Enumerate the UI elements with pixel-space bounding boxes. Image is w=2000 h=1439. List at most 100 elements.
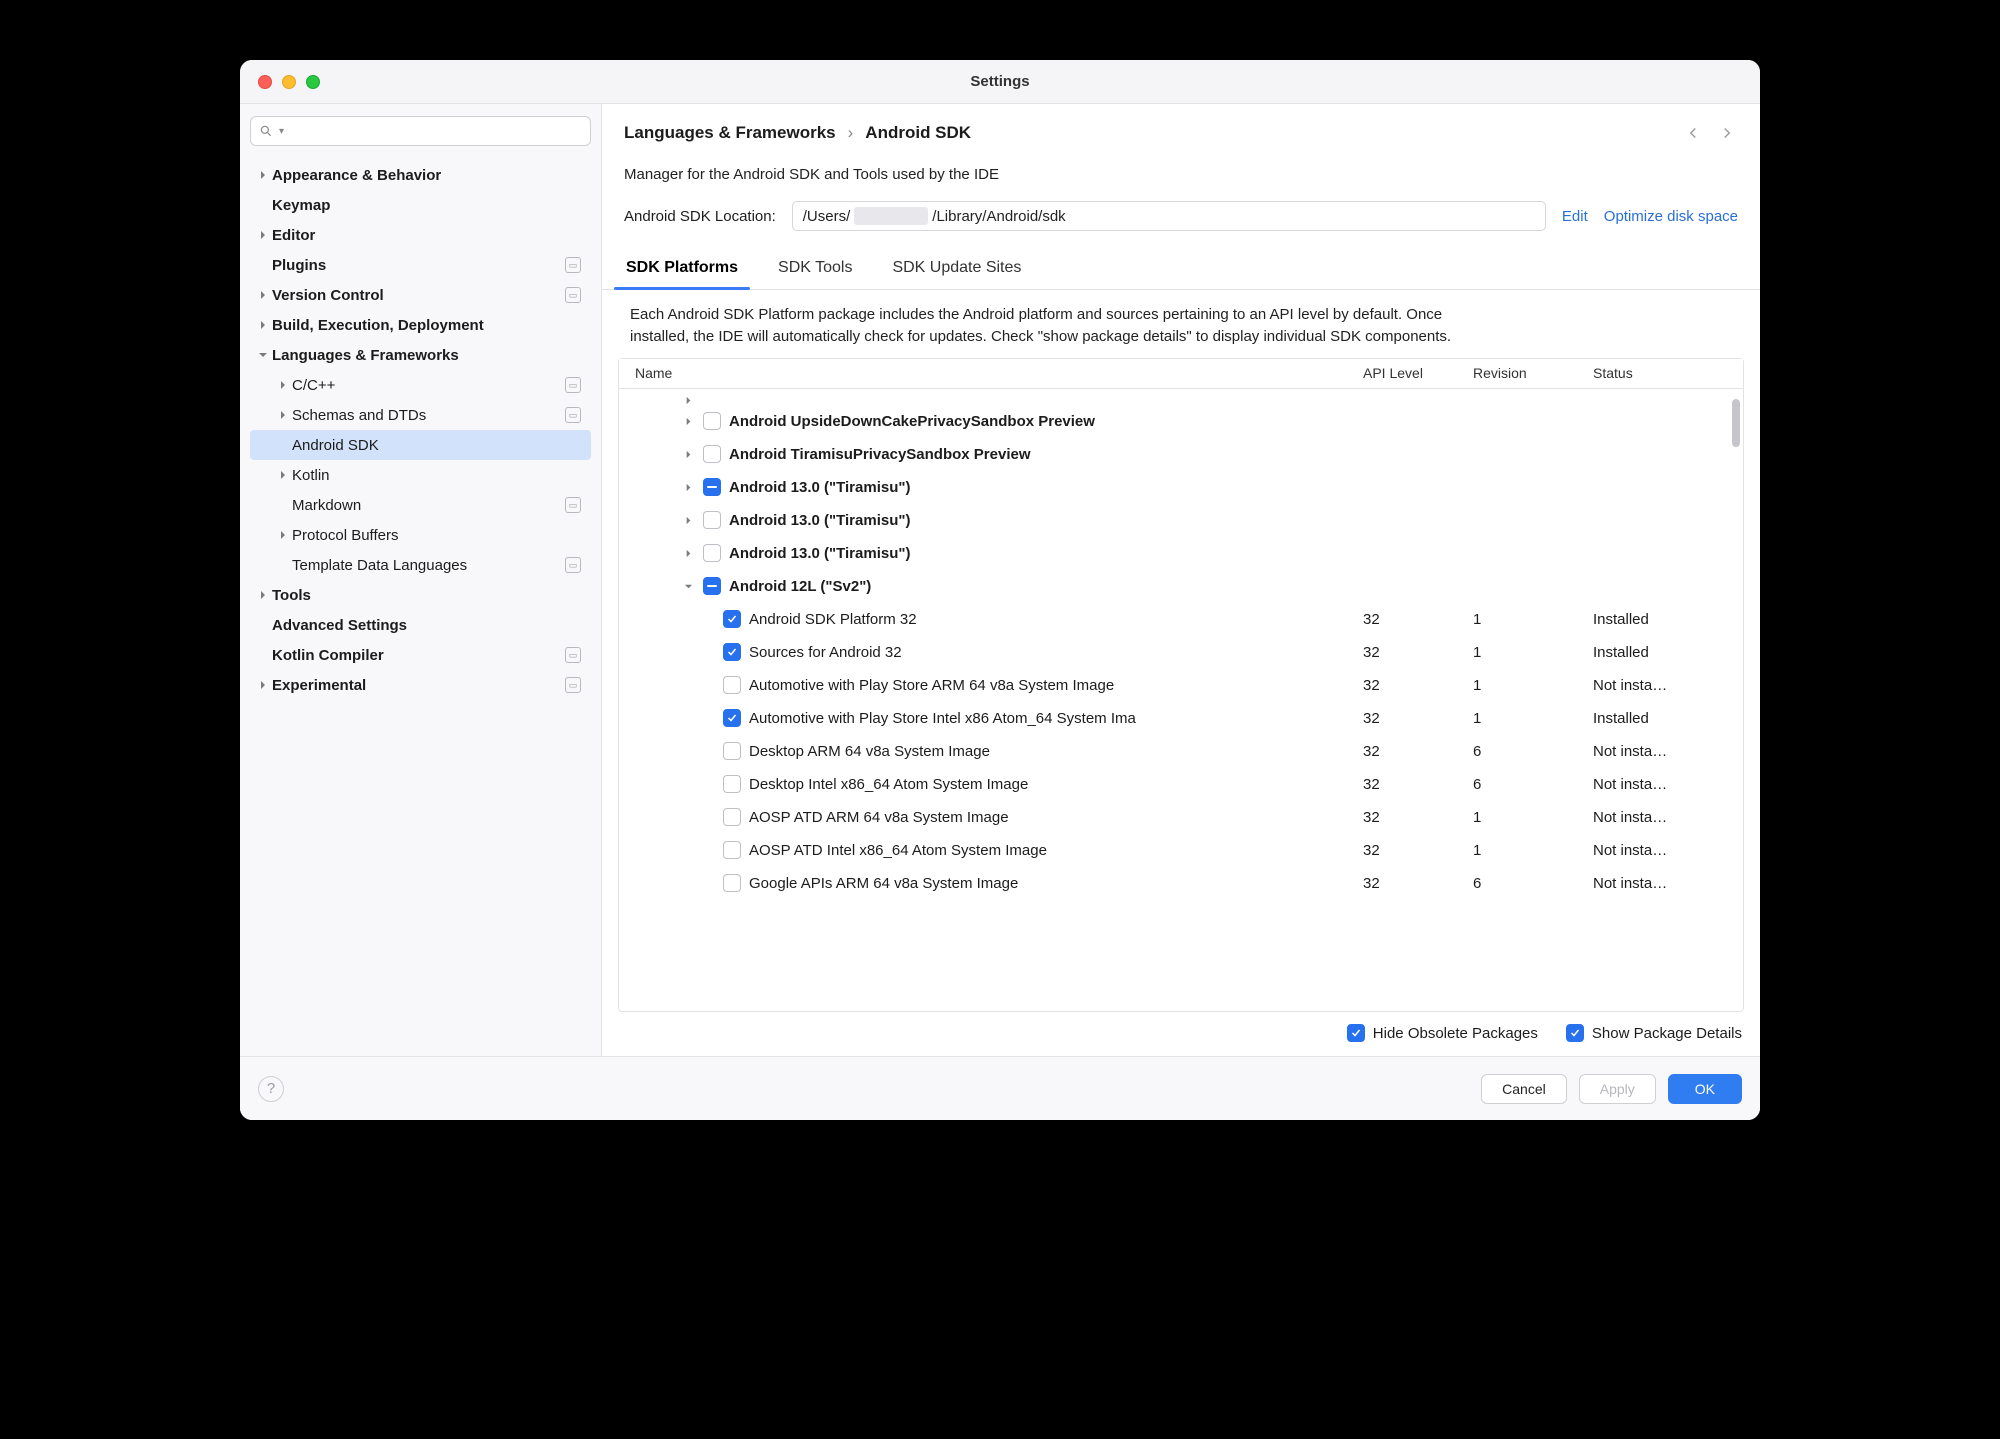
sidebar-item-build-execution-deployment[interactable]: Build, Execution, Deployment [250, 310, 591, 340]
checkbox[interactable] [703, 577, 721, 595]
sdk-location-field[interactable]: /Users/ /Library/Android/sdk [792, 201, 1546, 231]
checkbox[interactable] [723, 775, 741, 793]
chevron-right-icon [274, 530, 292, 540]
row-name: Android 13.0 ("Tiramisu") [729, 479, 910, 496]
row-api: 32 [1363, 611, 1473, 628]
sidebar-item-label: Kotlin Compiler [272, 647, 565, 664]
checkbox[interactable] [703, 511, 721, 529]
table-row[interactable]: Android 12L ("Sv2") [619, 570, 1743, 603]
col-status: Status [1593, 365, 1743, 381]
sidebar-item-plugins[interactable]: Plugins▭ [250, 250, 591, 280]
sidebar-item-keymap[interactable]: Keymap [250, 190, 591, 220]
table-body[interactable]: Android API 34Android UpsideDownCakePriv… [619, 389, 1743, 1012]
col-name: Name [619, 365, 1363, 381]
sidebar-item-schemas-and-dtds[interactable]: Schemas and DTDs▭ [250, 400, 591, 430]
ok-button[interactable]: OK [1668, 1074, 1742, 1104]
sidebar-item-languages-frameworks[interactable]: Languages & Frameworks [250, 340, 591, 370]
cancel-button[interactable]: Cancel [1481, 1074, 1567, 1104]
row-name: Desktop ARM 64 v8a System Image [749, 743, 990, 760]
chevron-right-icon [681, 396, 695, 405]
row-status: Installed [1593, 710, 1743, 727]
sidebar-item-kotlin-compiler[interactable]: Kotlin Compiler▭ [250, 640, 591, 670]
checkbox[interactable] [723, 643, 741, 661]
chevron-right-icon [681, 483, 695, 492]
nav-back-button[interactable] [1682, 122, 1704, 144]
show-package-details-checkbox[interactable]: Show Package Details [1566, 1024, 1742, 1042]
checkbox[interactable] [723, 874, 741, 892]
row-api: 32 [1363, 710, 1473, 727]
sidebar-item-label: Protocol Buffers [292, 527, 591, 544]
chevron-right-icon [254, 230, 272, 240]
apply-button[interactable]: Apply [1579, 1074, 1656, 1104]
checkbox[interactable] [723, 841, 741, 859]
sidebar-item-appearance-behavior[interactable]: Appearance & Behavior [250, 160, 591, 190]
table-row[interactable]: Desktop ARM 64 v8a System Image326Not in… [619, 735, 1743, 768]
zoom-icon[interactable] [306, 75, 320, 89]
sidebar-item-c-c-[interactable]: C/C++▭ [250, 370, 591, 400]
checkbox[interactable] [723, 610, 741, 628]
table-row[interactable]: AOSP ATD Intel x86_64 Atom System Image3… [619, 834, 1743, 867]
checkbox[interactable] [723, 742, 741, 760]
table-row[interactable]: Sources for Android 32321Installed [619, 636, 1743, 669]
tab-sdk-tools[interactable]: SDK Tools [776, 253, 854, 289]
checkbox[interactable] [703, 445, 721, 463]
hide-obsolete-checkbox[interactable]: Hide Obsolete Packages [1347, 1024, 1538, 1042]
table-row[interactable]: Android 13.0 ("Tiramisu") [619, 471, 1743, 504]
minimize-icon[interactable] [282, 75, 296, 89]
tab-sdk-update-sites[interactable]: SDK Update Sites [890, 253, 1023, 289]
row-status: Not insta… [1593, 776, 1743, 793]
tab-sdk-platforms[interactable]: SDK Platforms [624, 253, 740, 289]
row-status: Not insta… [1593, 875, 1743, 892]
edit-location-link[interactable]: Edit [1562, 208, 1588, 225]
sidebar-item-label: Kotlin [292, 467, 591, 484]
sidebar-item-version-control[interactable]: Version Control▭ [250, 280, 591, 310]
chevron-right-icon [254, 290, 272, 300]
scrollbar-thumb[interactable] [1732, 399, 1740, 447]
sidebar-item-android-sdk[interactable]: Android SDK [250, 430, 591, 460]
table-row[interactable]: Android UpsideDownCakePrivacySandbox Pre… [619, 405, 1743, 438]
project-scope-icon: ▭ [565, 407, 581, 423]
table-row[interactable]: Automotive with Play Store ARM 64 v8a Sy… [619, 669, 1743, 702]
close-icon[interactable] [258, 75, 272, 89]
checkbox[interactable] [723, 676, 741, 694]
sidebar-item-experimental[interactable]: Experimental▭ [250, 670, 591, 700]
checkbox[interactable] [703, 412, 721, 430]
row-revision: 1 [1473, 710, 1593, 727]
sidebar-item-editor[interactable]: Editor [250, 220, 591, 250]
sdk-tabs: SDK Platforms SDK Tools SDK Update Sites [602, 231, 1760, 290]
row-revision: 1 [1473, 842, 1593, 859]
table-row[interactable]: Android API 34 [619, 389, 1743, 405]
row-name: Android 12L ("Sv2") [729, 578, 871, 595]
sidebar-item-template-data-languages[interactable]: Template Data Languages▭ [250, 550, 591, 580]
table-row[interactable]: AOSP ATD ARM 64 v8a System Image321Not i… [619, 801, 1743, 834]
breadcrumb-parent: Languages & Frameworks [624, 123, 836, 143]
search-input[interactable]: ▾ [250, 116, 591, 146]
sidebar-item-kotlin[interactable]: Kotlin [250, 460, 591, 490]
sidebar-item-label: Plugins [272, 257, 565, 274]
sidebar-item-markdown[interactable]: Markdown▭ [250, 490, 591, 520]
sidebar-item-protocol-buffers[interactable]: Protocol Buffers [250, 520, 591, 550]
row-api: 32 [1363, 677, 1473, 694]
table-row[interactable]: Automotive with Play Store Intel x86 Ato… [619, 702, 1743, 735]
table-row[interactable]: Desktop Intel x86_64 Atom System Image32… [619, 768, 1743, 801]
sidebar-item-tools[interactable]: Tools [250, 580, 591, 610]
checkbox[interactable] [723, 808, 741, 826]
table-row[interactable]: Google APIs ARM 64 v8a System Image326No… [619, 867, 1743, 900]
checkbox[interactable] [723, 709, 741, 727]
checkbox[interactable] [703, 478, 721, 496]
row-status: Not insta… [1593, 809, 1743, 826]
row-status: Installed [1593, 611, 1743, 628]
checkbox[interactable] [703, 544, 721, 562]
optimize-disk-link[interactable]: Optimize disk space [1604, 208, 1738, 225]
row-api: 32 [1363, 842, 1473, 859]
sdk-location-label: Android SDK Location: [624, 208, 776, 225]
nav-forward-button[interactable] [1716, 122, 1738, 144]
table-row[interactable]: Android 13.0 ("Tiramisu") [619, 504, 1743, 537]
breadcrumb-current: Android SDK [865, 123, 971, 143]
table-row[interactable]: Android TiramisuPrivacySandbox Preview [619, 438, 1743, 471]
help-button[interactable]: ? [258, 1076, 284, 1102]
table-row[interactable]: Android 13.0 ("Tiramisu") [619, 537, 1743, 570]
row-name: Sources for Android 32 [749, 644, 902, 661]
table-row[interactable]: Android SDK Platform 32321Installed [619, 603, 1743, 636]
sidebar-item-advanced-settings[interactable]: Advanced Settings [250, 610, 591, 640]
